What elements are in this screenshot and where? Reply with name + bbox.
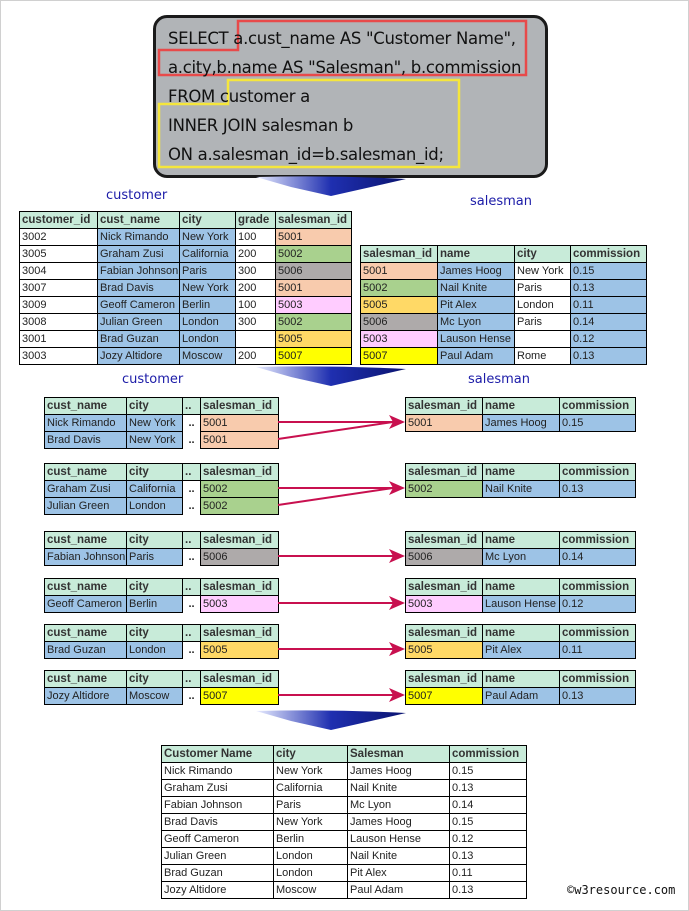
flow-arrow-icon <box>256 710 406 730</box>
join-diagram: SELECT a.cust_name AS "Customer Name", a… <box>0 0 689 911</box>
flow-arrow-icon <box>256 176 406 196</box>
watermark: ©w3resource.com <box>567 883 676 897</box>
join-arrow <box>277 421 394 440</box>
arrows-layer <box>256 176 406 730</box>
join-arrow <box>277 487 394 506</box>
flow-arrow-icon <box>256 366 406 386</box>
